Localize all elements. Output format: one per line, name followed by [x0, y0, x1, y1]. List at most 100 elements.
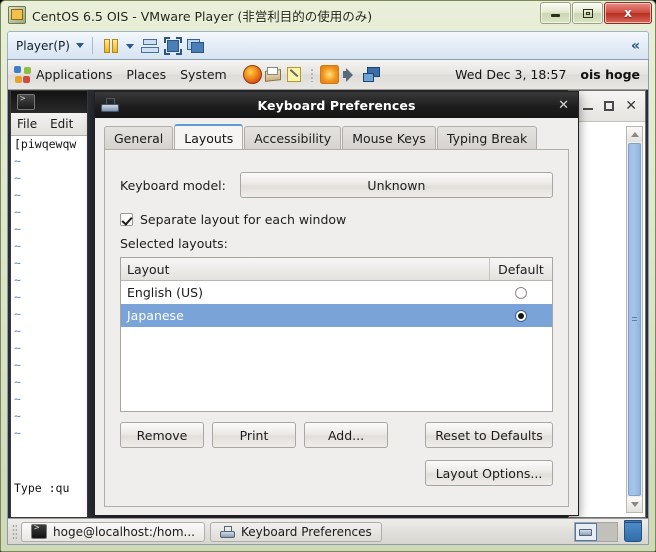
workspace-switcher[interactable]	[574, 521, 618, 542]
maximize-icon[interactable]	[604, 101, 615, 111]
terminal-menubar: File Edit	[11, 113, 87, 136]
add-button[interactable]: Add...	[304, 422, 388, 448]
evolution-mail-icon[interactable]	[264, 65, 283, 84]
default-radio[interactable]	[515, 286, 527, 299]
network-icon[interactable]	[362, 65, 381, 84]
user-menu[interactable]: ois hoge	[580, 67, 640, 82]
dialog-title: Keyboard Preferences	[257, 97, 416, 113]
workspace-2[interactable]	[597, 522, 617, 541]
panel-grip	[12, 523, 17, 540]
dialog-titlebar: Keyboard Preferences ✕	[95, 92, 578, 119]
vmware-toolbar: Player(P) «	[7, 31, 649, 59]
trash-icon[interactable]	[624, 519, 642, 542]
column-header-layout[interactable]: Layout	[121, 258, 490, 280]
text-editor-icon[interactable]	[285, 65, 304, 84]
keyboard-model-button[interactable]: Unknown	[239, 172, 553, 198]
column-header-default[interactable]: Default	[490, 258, 552, 280]
tab-general[interactable]: General	[104, 126, 174, 150]
vim-tilde-lines: ~ ~ ~ ~ ~ ~ ~ ~ ~ ~ ~ ~ ~ ~ ~ ~ ~	[14, 154, 21, 440]
window-controls: x	[539, 2, 652, 24]
tab-typing-break[interactable]: Typing Break	[436, 126, 538, 150]
removable-devices-icon[interactable]	[140, 37, 160, 55]
vertical-scrollbar[interactable]	[626, 126, 643, 513]
vmware-icon	[8, 6, 26, 24]
brightness-icon[interactable]	[319, 65, 339, 84]
default-cell	[490, 286, 552, 299]
minimize-button[interactable]	[540, 2, 571, 24]
default-radio[interactable]	[515, 309, 527, 322]
terminal-menu-edit[interactable]: Edit	[50, 117, 73, 131]
dialog-close-button[interactable]: ✕	[558, 99, 569, 112]
layouts-list-header: Layout Default	[121, 258, 552, 281]
gnome-foot-icon[interactable]	[14, 66, 31, 83]
scroll-down-icon	[630, 502, 639, 507]
scroll-up-icon	[630, 132, 639, 137]
toolbar-separator	[91, 37, 93, 54]
guest-screen: Applications Places System Wed Dec 3, 18…	[7, 59, 649, 545]
taskbar-item-label: Keyboard Preferences	[240, 524, 372, 539]
menu-places[interactable]: Places	[126, 67, 166, 82]
taskbar-item-terminal[interactable]: hoge@localhost:/hom...	[21, 521, 205, 542]
suspend-icon[interactable]	[101, 37, 121, 55]
tab-accessibility[interactable]: Accessibility	[244, 126, 342, 150]
default-cell	[490, 309, 552, 322]
reset-to-defaults-button[interactable]: Reset to Defaults	[425, 422, 553, 448]
workspace-1[interactable]	[575, 522, 597, 541]
enter-fullscreen-icon[interactable]	[163, 36, 183, 55]
panel-separator	[309, 67, 314, 82]
scroll-down-button[interactable]	[627, 497, 642, 512]
close-icon[interactable]: ✕	[625, 99, 637, 113]
separate-layout-checkbox[interactable]	[120, 213, 133, 226]
player-menu-button[interactable]: Player(P)	[16, 39, 70, 53]
scroll-up-button[interactable]	[627, 127, 642, 142]
keyboard-preferences-dialog: Keyboard Preferences ✕ General Layouts A…	[94, 91, 579, 516]
minimize-icon[interactable]	[583, 108, 594, 110]
minimize-icon	[551, 14, 560, 17]
vim-status-line: Type :qu	[14, 481, 70, 495]
close-button[interactable]: x	[604, 2, 652, 24]
layout-name: Japanese	[127, 308, 184, 323]
unity-mode-icon[interactable]	[186, 37, 206, 55]
background-window-body	[569, 122, 645, 517]
suspend-dropdown-caret-icon[interactable]	[124, 37, 137, 55]
tab-layouts[interactable]: Layouts	[174, 124, 244, 150]
vmware-player-window: CentOS 6.5 OIS - VMware Player (非営利目的の使用…	[0, 0, 656, 552]
scrollbar-thumb[interactable]	[628, 143, 641, 496]
taskbar-item-keyboard-preferences[interactable]: Keyboard Preferences	[209, 521, 382, 542]
toolbar-expander-icon[interactable]: «	[631, 39, 640, 53]
panel-right-area: Wed Dec 3, 18:57 ois hoge	[455, 67, 640, 82]
screen: CentOS 6.5 OIS - VMware Player (非営利目的の使用…	[0, 0, 656, 552]
separate-layout-row[interactable]: Separate layout for each window	[120, 212, 346, 227]
table-row[interactable]: English (US)	[121, 281, 552, 304]
close-icon: x	[624, 6, 632, 20]
background-window-titlebar: ✕	[569, 91, 645, 122]
table-row[interactable]: Japanese	[121, 304, 552, 327]
maximize-button[interactable]	[572, 2, 603, 24]
remove-button[interactable]: Remove	[120, 422, 204, 448]
keyboard-icon	[101, 98, 119, 112]
layout-name: English (US)	[127, 285, 203, 300]
selected-layouts-label: Selected layouts:	[120, 236, 228, 251]
volume-icon[interactable]	[341, 65, 360, 84]
layout-options-button[interactable]: Layout Options...	[425, 460, 553, 486]
layouts-tab-panel: Keyboard model: Unknown Separate layout …	[104, 149, 569, 507]
tab-mouse-keys[interactable]: Mouse Keys	[342, 126, 436, 150]
terminal-prompt-line: [piwqewqw	[14, 137, 77, 151]
menu-system[interactable]: System	[180, 67, 227, 82]
terminal-output[interactable]: [piwqewqw ~ ~ ~ ~ ~ ~ ~ ~ ~ ~ ~ ~ ~ ~ ~ ~ ~ Type :qu	[11, 136, 87, 517]
separate-layout-label: Separate layout for each window	[140, 212, 347, 227]
keyboard-model-label: Keyboard model:	[120, 177, 226, 193]
clock[interactable]: Wed Dec 3, 18:57	[455, 67, 566, 82]
keyboard-icon	[219, 525, 235, 538]
terminal-icon	[17, 94, 35, 110]
background-window[interactable]: ✕	[568, 90, 646, 518]
taskbar-right-area	[574, 519, 642, 542]
terminal-menu-file[interactable]: File	[17, 117, 37, 131]
taskbar-item-label: hoge@localhost:/hom...	[53, 524, 195, 539]
firefox-icon[interactable]	[242, 65, 262, 84]
print-button[interactable]: Print	[212, 422, 296, 448]
layouts-list[interactable]: Layout Default English (US) Japanese	[120, 257, 553, 412]
terminal-window[interactable]: File Edit [piwqewqw ~~~~~~~~~~~~~~~~~ Ty…	[10, 90, 88, 518]
caret-down-icon[interactable]	[75, 43, 84, 48]
menu-applications[interactable]: Applications	[36, 67, 112, 82]
